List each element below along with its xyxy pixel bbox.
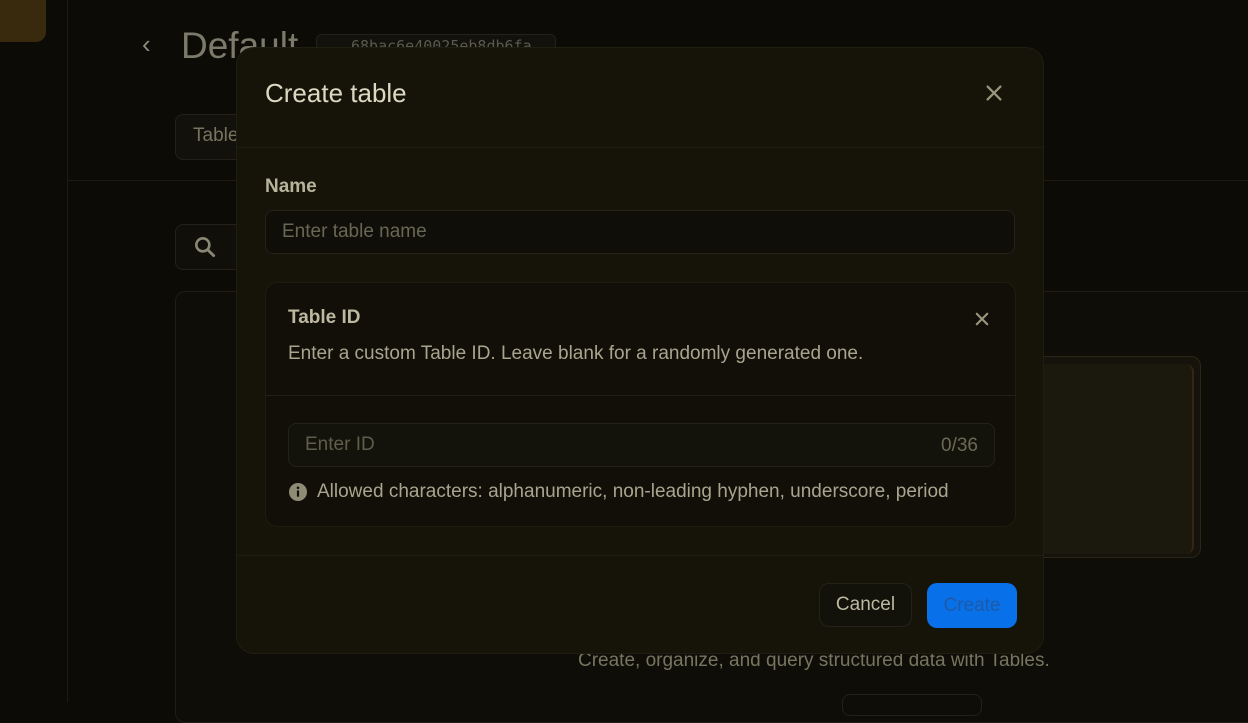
back-button[interactable]: ‹: [142, 30, 151, 58]
chevron-left-icon: ‹: [142, 29, 151, 59]
tab-tables-label: Table: [193, 125, 239, 146]
close-icon: [975, 312, 989, 326]
table-id-hint: Allowed characters: alphanumeric, non-le…: [317, 481, 949, 502]
modal-footer-divider: [237, 555, 1043, 556]
modal-title: Create table: [265, 78, 407, 108]
table-name-input[interactable]: [265, 210, 1015, 254]
name-label: Name: [265, 176, 317, 197]
table-id-title: Table ID: [288, 307, 361, 328]
table-id-divider: [266, 395, 1015, 396]
close-icon: [986, 85, 1002, 101]
table-id-input[interactable]: [289, 424, 941, 466]
search-icon: [192, 234, 218, 260]
table-id-description: Enter a custom Table ID. Leave blank for…: [288, 343, 864, 364]
table-id-field: 0/36: [288, 423, 995, 467]
table-id-close-button[interactable]: [970, 307, 994, 331]
info-icon: [288, 482, 308, 502]
sidebar-logo: [0, 0, 46, 42]
empty-state-button[interactable]: [842, 694, 982, 716]
create-button[interactable]: Create: [927, 583, 1017, 628]
modal-close-button[interactable]: [981, 80, 1007, 106]
cancel-button[interactable]: Cancel: [819, 583, 912, 627]
modal-header-divider: [237, 147, 1043, 148]
table-id-counter: 0/36: [941, 435, 978, 456]
table-id-panel: Table ID Enter a custom Table ID. Leave …: [265, 282, 1016, 527]
create-table-modal: Create table Name Table ID Enter a custo…: [236, 47, 1044, 654]
sidebar-divider: [67, 0, 68, 702]
